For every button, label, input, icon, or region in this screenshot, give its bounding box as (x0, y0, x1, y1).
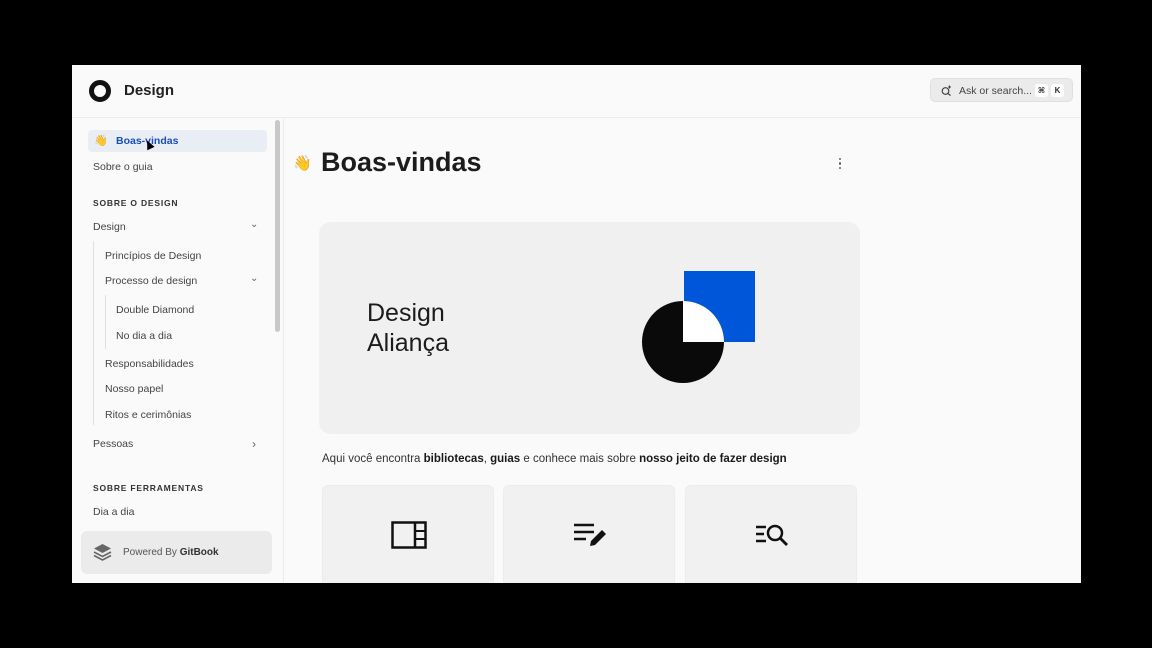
powered-by-label: Powered By GitBook (123, 547, 219, 558)
powered-by-gitbook-link[interactable]: Powered By GitBook (81, 531, 272, 574)
sidebar-item-boas-vindas[interactable]: 👋 Boas-vindas (88, 130, 267, 152)
shortcut-k-key: K (1051, 84, 1064, 97)
sidebar-item-sobre-o-guia[interactable]: Sobre o guia (93, 161, 153, 173)
chevron-down-icon[interactable]: ⌄ (250, 273, 258, 284)
sidebar-scrollbar[interactable] (275, 120, 280, 332)
sidebar-item-no-dia-a-dia[interactable]: No dia a dia (116, 330, 172, 342)
waving-hand-icon: 👋 (94, 135, 108, 147)
layout-panel-icon (391, 521, 427, 549)
tree-line (93, 241, 94, 425)
intro-text: Aqui você encontra bibliotecas, guias e … (322, 453, 787, 465)
waving-hand-icon: 👋 (293, 155, 312, 172)
sidebar-item-ritos[interactable]: Ritos e cerimônias (105, 409, 191, 421)
app-window: Design Ask or search... ⌘ K 👋 Boas-vinda… (72, 65, 1081, 583)
sidebar-item-principios[interactable]: Princípios de Design (105, 250, 201, 262)
top-header: Design Ask or search... ⌘ K (72, 65, 1081, 118)
site-title[interactable]: Design (124, 82, 174, 99)
sidebar-item-processo[interactable]: Processo de design (105, 275, 197, 287)
hero-banner: Design Aliança (319, 222, 860, 434)
tree-line (105, 295, 106, 349)
sidebar: 👋 Boas-vindas Sobre o guia SOBRE O DESIG… (72, 118, 284, 583)
sparkle-search-icon (941, 85, 951, 96)
sidebar-item-design[interactable]: Design (93, 221, 126, 233)
design-alliance-logo (642, 271, 755, 383)
list-search-icon (756, 524, 788, 546)
shortcut-cmd-key: ⌘ (1035, 84, 1048, 97)
page-title: Boas-vindas (321, 147, 482, 177)
gitbook-icon (93, 544, 112, 561)
card-search[interactable] (685, 485, 857, 583)
chevron-down-icon[interactable]: ⌄ (250, 219, 258, 230)
sidebar-item-dia-a-dia[interactable]: Dia a dia (93, 506, 134, 518)
card-libraries[interactable] (322, 485, 494, 583)
logo-icon[interactable] (89, 80, 111, 102)
more-options-icon[interactable] (838, 158, 842, 172)
card-guides[interactable] (503, 485, 675, 583)
section-title-sobre-o-design: SOBRE O DESIGN (93, 198, 179, 208)
hero-title: Design Aliança (367, 299, 449, 357)
edit-list-icon (574, 523, 606, 546)
sidebar-item-pessoas[interactable]: Pessoas (93, 438, 133, 450)
sidebar-item-nosso-papel[interactable]: Nosso papel (105, 383, 163, 395)
search-placeholder: Ask or search... (959, 85, 1032, 97)
chevron-right-icon[interactable]: › (252, 437, 256, 451)
sidebar-item-responsabilidades[interactable]: Responsabilidades (105, 358, 194, 370)
search-button[interactable]: Ask or search... ⌘ K (930, 78, 1073, 102)
sidebar-item-double-diamond[interactable]: Double Diamond (116, 304, 194, 316)
sidebar-divider (283, 118, 284, 583)
section-title-sobre-ferramentas: SOBRE FERRAMENTAS (93, 483, 204, 493)
